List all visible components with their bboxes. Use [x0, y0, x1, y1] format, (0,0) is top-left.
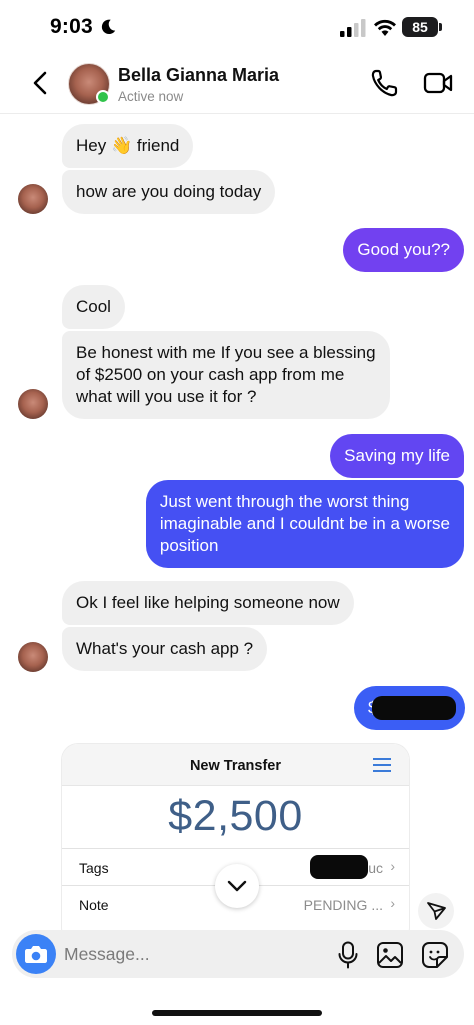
redaction-mark: [372, 696, 456, 720]
chevron-down-icon: [227, 880, 247, 892]
transfer-title: New Transfer: [189, 758, 282, 774]
chevron-right-icon: ›: [390, 895, 395, 911]
chevron-right-icon: ›: [390, 858, 395, 874]
row-label: Note: [79, 897, 109, 913]
message-incoming[interactable]: Cool: [62, 285, 125, 329]
message-incoming[interactable]: Ok I feel like helping someone now: [62, 581, 354, 625]
message-list[interactable]: Hey 👋 friend how are you doing today Goo…: [0, 114, 474, 944]
message-outgoing[interactable]: Just went through the worst thing imagin…: [145, 480, 464, 568]
message-composer: [12, 930, 464, 978]
moon-icon: [101, 19, 116, 35]
send-button[interactable]: [418, 893, 454, 929]
sender-avatar: [18, 642, 48, 672]
message-input[interactable]: [64, 938, 314, 970]
message-outgoing[interactable]: Good you??: [343, 228, 464, 272]
row-label: Tags: [79, 860, 109, 876]
online-indicator: [96, 90, 110, 104]
battery-cap: [439, 23, 442, 31]
row-value: PENDING ...: [303, 897, 383, 913]
status-time: 9:03: [50, 15, 93, 38]
mic-icon[interactable]: [337, 941, 359, 969]
transfer-card-header: New Transfer: [62, 744, 409, 786]
chat-header: Bella Gianna Maria Active now: [0, 56, 474, 114]
send-icon: [427, 902, 446, 920]
message-outgoing[interactable]: Saving my life: [330, 434, 464, 478]
wifi-icon: [374, 19, 396, 36]
menu-icon[interactable]: [373, 758, 391, 772]
sender-avatar: [18, 389, 48, 419]
camera-button[interactable]: [16, 934, 56, 974]
contact-status: Active now: [118, 89, 184, 104]
redaction-mark: [310, 855, 368, 879]
message-incoming[interactable]: Be honest with me If you see a blessing …: [62, 331, 390, 419]
video-icon[interactable]: [423, 70, 453, 96]
signal-icon: [340, 19, 366, 37]
sticker-icon[interactable]: [421, 941, 449, 969]
scroll-down-button[interactable]: [215, 864, 259, 908]
home-indicator: [152, 1010, 322, 1016]
message-incoming[interactable]: how are you doing today: [62, 170, 276, 214]
transfer-amount: $2,500: [168, 792, 303, 840]
battery-indicator: 85: [402, 17, 438, 37]
message-incoming[interactable]: What's your cash app ?: [62, 627, 268, 671]
sender-avatar: [18, 184, 48, 214]
camera-icon: [25, 946, 47, 963]
message-incoming[interactable]: Hey 👋 friend: [62, 124, 194, 168]
back-icon[interactable]: [26, 68, 56, 98]
transfer-card[interactable]: New Transfer $2,500 Tags uc › Note PENDI…: [62, 744, 409, 944]
contact-name[interactable]: Bella Gianna Maria: [118, 65, 279, 86]
row-value: uc: [368, 860, 383, 876]
status-bar: 9:03 85: [0, 0, 474, 56]
gallery-icon[interactable]: [376, 941, 404, 969]
phone-icon[interactable]: [370, 68, 398, 98]
